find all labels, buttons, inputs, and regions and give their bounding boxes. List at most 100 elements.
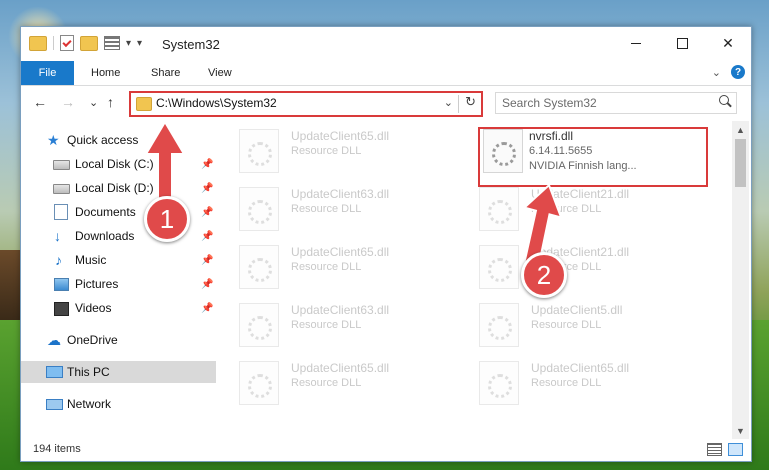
file-name: UpdateClient5.dll xyxy=(531,303,623,317)
dll-file-icon xyxy=(479,303,519,347)
refresh-icon[interactable]: ↻ xyxy=(465,94,476,110)
quick-access-toolbar: ▾ ▾ xyxy=(29,35,142,51)
sidebar-item-label: Pictures xyxy=(75,277,119,291)
scrollbar-thumb[interactable] xyxy=(735,139,746,187)
dll-file-icon xyxy=(239,187,279,231)
dll-file-icon xyxy=(239,303,279,347)
file-type: Resource DLL xyxy=(531,377,602,389)
list-item[interactable]: UpdateClient21.dll Resource DLL xyxy=(479,183,709,233)
list-item[interactable]: UpdateClient63.dll Resource DLL xyxy=(239,299,469,349)
sidebar-item-label: OneDrive xyxy=(67,333,118,347)
help-icon[interactable]: ? xyxy=(731,65,745,79)
dll-file-icon xyxy=(479,187,519,231)
sidebar-item-music[interactable]: ♪ Music 📌 xyxy=(21,249,216,271)
sidebar-item-quick-access[interactable]: ★ Quick access xyxy=(21,129,216,151)
vertical-scrollbar[interactable]: ▲ ▼ xyxy=(732,121,749,439)
step-badge-1: 1 xyxy=(144,196,190,242)
list-item[interactable]: UpdateClient65.dll Resource DLL xyxy=(239,125,469,175)
pin-icon[interactable]: 📌 xyxy=(201,255,213,266)
tab-share[interactable]: Share xyxy=(151,61,180,85)
forward-button[interactable]: → xyxy=(61,94,75,110)
properties-icon[interactable] xyxy=(60,35,74,51)
address-path[interactable]: C:\Windows\System32 xyxy=(156,96,277,110)
sidebar-item-local-disk-d[interactable]: Local Disk (D:) 📌 xyxy=(21,177,216,199)
scroll-up-icon[interactable]: ▲ xyxy=(732,121,749,138)
maximize-button[interactable] xyxy=(659,27,705,59)
sidebar-item-label: Downloads xyxy=(75,229,135,243)
list-item[interactable]: UpdateClient65.dll Resource DLL xyxy=(239,357,469,407)
sidebar-item-label: This PC xyxy=(67,365,110,379)
address-separator xyxy=(458,95,459,113)
list-item[interactable]: UpdateClient65.dll Resource DLL xyxy=(239,241,469,291)
file-type: Resource DLL xyxy=(291,203,362,215)
star-icon: ★ xyxy=(47,132,60,148)
this-pc-icon xyxy=(46,366,63,378)
pin-icon[interactable]: 📌 xyxy=(201,159,213,170)
list-item[interactable]: UpdateClient5.dll Resource DLL xyxy=(479,299,709,349)
pin-icon[interactable]: 📌 xyxy=(201,183,213,194)
tab-file[interactable]: File xyxy=(21,61,74,85)
back-button[interactable]: ← xyxy=(33,94,47,110)
list-item[interactable]: UpdateClient63.dll Resource DLL xyxy=(239,183,469,233)
up-button[interactable]: ↑ xyxy=(107,94,114,110)
pin-icon[interactable]: 📌 xyxy=(201,207,213,218)
gear-icon xyxy=(488,200,512,224)
file-name: UpdateClient65.dll xyxy=(291,245,390,259)
qat-dropdown-icon[interactable]: ▾ xyxy=(126,38,131,49)
qat-separator xyxy=(53,36,54,50)
sidebar-item-onedrive[interactable]: ☁ OneDrive xyxy=(21,329,216,351)
file-name: UpdateClient63.dll xyxy=(291,303,390,317)
file-name: UpdateClient65.dll xyxy=(291,361,390,375)
sidebar-item-network[interactable]: Network xyxy=(21,393,216,415)
new-folder-icon[interactable] xyxy=(80,35,98,51)
recent-locations-button[interactable]: ⌄ xyxy=(89,96,98,109)
file-name: UpdateClient65.dll xyxy=(291,129,390,143)
window-title: System32 xyxy=(162,37,220,52)
list-item[interactable]: UpdateClient21.dll Resource DLL xyxy=(479,241,709,291)
list-item[interactable]: UpdateClient65.dll Resource DLL xyxy=(479,357,709,407)
sidebar-item-label: Quick access xyxy=(67,133,139,147)
onedrive-icon: ☁ xyxy=(47,332,61,348)
scroll-down-icon[interactable]: ▼ xyxy=(732,422,749,439)
drive-icon xyxy=(53,160,70,170)
file-type: Resource DLL xyxy=(291,261,362,273)
tab-home[interactable]: Home xyxy=(91,61,120,85)
sidebar-item-label: Videos xyxy=(75,301,112,315)
minimize-button[interactable] xyxy=(613,27,659,59)
tab-view[interactable]: View xyxy=(208,61,232,85)
details-view-icon[interactable] xyxy=(707,443,722,456)
search-box[interactable]: Search System32 xyxy=(495,92,737,114)
qat-customize-icon[interactable]: ▾ xyxy=(137,38,142,49)
file-type: Resource DLL xyxy=(291,377,362,389)
sidebar-item-this-pc[interactable]: This PC xyxy=(21,361,216,383)
expand-ribbon-icon[interactable]: ⌄ xyxy=(712,66,721,79)
dll-file-icon xyxy=(479,361,519,405)
sidebar-item-local-disk-c[interactable]: Local Disk (C:) 📌 xyxy=(21,153,216,175)
address-bar[interactable]: C:\Windows\System32 ⌄ ↻ xyxy=(129,91,483,117)
navigation-bar: ← → ⌄ ↑ C:\Windows\System32 ⌄ ↻ Search S… xyxy=(21,86,751,120)
search-input[interactable]: Search System32 xyxy=(502,96,597,110)
ribbon-tabs: File Home Share View ⌄ ? xyxy=(21,61,751,86)
view-icon[interactable] xyxy=(104,36,120,50)
sidebar-item-videos[interactable]: Videos 📌 xyxy=(21,297,216,319)
address-dropdown-icon[interactable]: ⌄ xyxy=(444,96,453,109)
file-name: UpdateClient65.dll xyxy=(531,361,630,375)
pictures-icon xyxy=(54,278,69,291)
pin-icon[interactable]: 📌 xyxy=(201,303,213,314)
pin-icon[interactable]: 📌 xyxy=(201,279,213,290)
gear-icon xyxy=(248,200,272,224)
sidebar-item-label: Local Disk (D:) xyxy=(75,181,154,195)
sidebar-item-label: Music xyxy=(75,253,107,267)
close-button[interactable]: ✕ xyxy=(705,27,751,59)
file-type: Resource DLL xyxy=(531,319,602,331)
step-badge-2: 2 xyxy=(521,252,567,298)
pin-icon[interactable]: 📌 xyxy=(201,231,213,242)
ribbon-right-controls: ⌄ ? xyxy=(712,65,745,79)
sidebar-item-label: Documents xyxy=(75,205,136,219)
gear-icon xyxy=(488,258,512,282)
folder-icon xyxy=(29,35,47,51)
gear-icon xyxy=(248,142,272,166)
large-icons-view-icon[interactable] xyxy=(728,443,743,456)
search-icon[interactable] xyxy=(719,95,729,105)
sidebar-item-pictures[interactable]: Pictures 📌 xyxy=(21,273,216,295)
